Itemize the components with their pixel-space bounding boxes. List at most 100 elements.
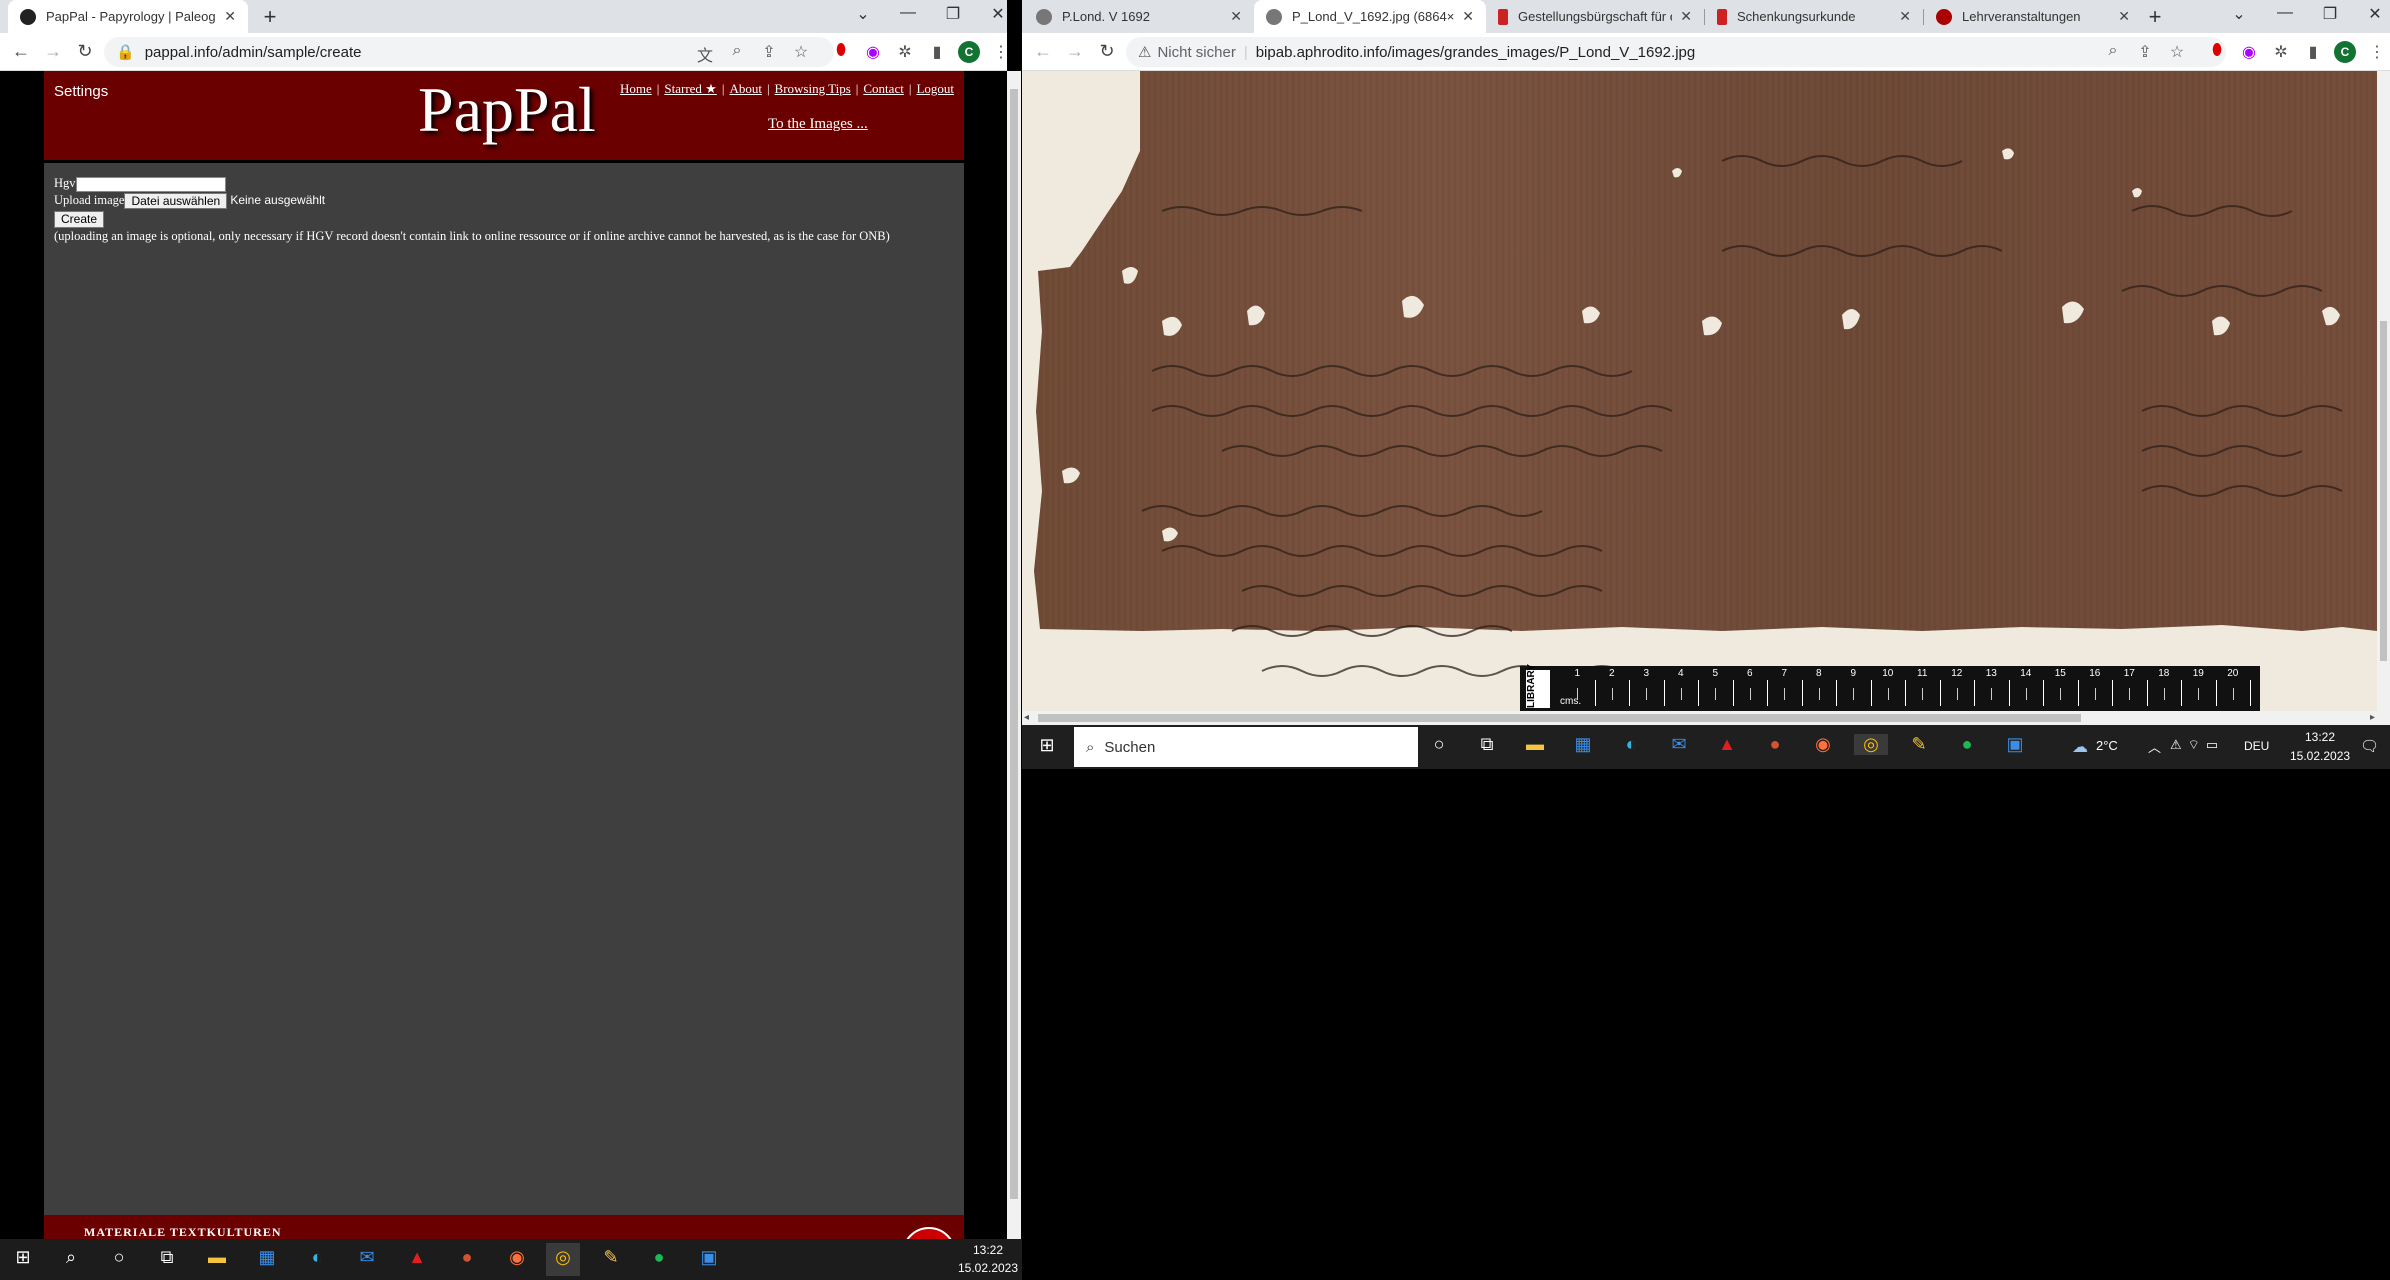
close-tab-icon[interactable]: ✕ [224, 8, 236, 25]
clock-time[interactable]: 13:22 [955, 1243, 1021, 1257]
file-explorer-icon[interactable]: ▬ [1518, 734, 1552, 755]
nav-home[interactable]: Home [620, 81, 652, 96]
right-scrollbar[interactable] [2377, 71, 2390, 725]
chrome-icon[interactable]: ◎ [546, 1243, 580, 1276]
zoom-icon[interactable]: ⌕ [2102, 42, 2124, 60]
tab-pappal[interactable]: PapPal - Papyrology | Paleography ✕ [8, 0, 248, 33]
close-tab-icon[interactable]: ✕ [2118, 8, 2130, 25]
left-scrollbar-thumb[interactable] [1010, 89, 1018, 1199]
notes-app-icon[interactable]: ✎ [1902, 734, 1936, 755]
tray-chevron-icon[interactable]: ︿ [2148, 737, 2161, 756]
zoom-icon[interactable]: ⌕ [726, 42, 748, 60]
tray-icons[interactable]: ⚠⌔▭ [2170, 737, 2224, 753]
to-images-link[interactable]: To the Images ... [768, 116, 868, 133]
image-hscroll[interactable]: ◂ ▸ [1022, 711, 2377, 725]
close-tab-icon[interactable]: ✕ [1899, 8, 1911, 25]
share-icon[interactable]: ⇪ [2134, 42, 2156, 62]
photos-icon[interactable]: ▣ [1998, 734, 2032, 755]
chrome-icon[interactable]: ◎ [1854, 734, 1888, 755]
language-indicator[interactable]: DEU [2244, 739, 2269, 753]
restore-button[interactable]: ❐ [2317, 4, 2343, 24]
nav-logout[interactable]: Logout [916, 81, 954, 96]
powerpoint-icon[interactable]: ● [450, 1247, 484, 1268]
extension-red-icon[interactable]: ⬮ [830, 42, 852, 60]
tab-plond[interactable]: P.Lond. V 1692 ✕ [1024, 0, 1254, 33]
papyrus-image[interactable]: LIBRARY cms. 1 2 3 4 5 6 7 8 9 10 11 12 13 14 15 16 17 18… [1022, 71, 2377, 711]
tab-image[interactable]: P_Lond_V_1692.jpg (6864×4 ✕ [1254, 0, 1486, 33]
start-windows-icon[interactable]: ⊞ [6, 1247, 40, 1268]
create-button[interactable]: Create [54, 211, 105, 229]
tab-lehrveranstaltungen[interactable]: Lehrveranstaltungen ✕ [1924, 0, 2142, 33]
extension-purple-icon[interactable]: ◉ [2238, 42, 2260, 62]
reload-button[interactable]: ↻ [74, 41, 96, 62]
acrobat-icon[interactable]: ▲ [1710, 734, 1744, 755]
store-icon[interactable]: ▦ [1566, 734, 1600, 755]
left-scrollbar-track[interactable] [1007, 71, 1021, 1239]
cortana-icon[interactable]: ○ [102, 1247, 136, 1268]
choose-file-button[interactable]: Datei auswählen [124, 193, 228, 210]
start-windows-icon[interactable]: ⊞ [1030, 735, 1064, 756]
nav-contact[interactable]: Contact [863, 81, 903, 96]
restore-button[interactable]: ❐ [940, 4, 966, 24]
security-label[interactable]: Nicht sicher [1157, 44, 1235, 61]
tab-search-icon[interactable]: ⌄ [2226, 4, 2252, 24]
new-tab-button[interactable]: + [2142, 4, 2168, 30]
translate-icon[interactable]: 文 [694, 42, 716, 66]
share-icon[interactable]: ⇪ [758, 42, 780, 62]
hscroll-left-arrow[interactable]: ◂ [1024, 712, 1029, 723]
extensions-puzzle-icon[interactable]: ✲ [2270, 42, 2292, 62]
pappal-logo[interactable]: PapPal [418, 73, 596, 147]
mail-icon[interactable]: ✉ [1662, 734, 1696, 755]
new-tab-button[interactable]: + [257, 4, 283, 30]
spotify-icon[interactable]: ● [1950, 734, 1984, 755]
task-view-icon[interactable]: ⧉ [150, 1247, 184, 1268]
spotify-icon[interactable]: ● [642, 1247, 676, 1268]
hscroll-thumb[interactable] [1038, 714, 2081, 722]
forward-button[interactable]: → [1064, 41, 1086, 62]
taskbar-search[interactable]: ⌕ Suchen [1074, 727, 1418, 767]
reload-button[interactable]: ↻ [1096, 41, 1118, 62]
back-button[interactable]: ← [1032, 41, 1054, 62]
extensions-puzzle-icon[interactable]: ✲ [894, 42, 916, 62]
edge-icon[interactable]: ◐ [1614, 734, 1648, 755]
tab-search-icon[interactable]: ⌄ [850, 4, 876, 24]
hscroll-right-arrow[interactable]: ▸ [2370, 712, 2375, 723]
task-view-icon[interactable]: ⧉ [1470, 734, 1504, 755]
close-tab-icon[interactable]: ✕ [1462, 8, 1474, 25]
profile-avatar[interactable]: C [958, 41, 980, 63]
minimize-button[interactable]: — [895, 4, 921, 22]
nav-about[interactable]: About [729, 81, 762, 96]
notifications-icon[interactable]: 🗨 [2360, 737, 2379, 755]
settings-link[interactable]: Settings [54, 83, 108, 100]
tab-schenkung[interactable]: Schenkungsurkunde ✕ [1705, 0, 1923, 33]
nav-starred[interactable]: Starred ★ [664, 81, 716, 96]
file-explorer-icon[interactable]: ▬ [200, 1247, 234, 1268]
address-bar[interactable]: 🔒 pappal.info/admin/sample/create [104, 37, 834, 67]
powerpoint-icon[interactable]: ● [1758, 734, 1792, 755]
mail-icon[interactable]: ✉ [350, 1247, 384, 1268]
edge-icon[interactable]: ◐ [300, 1247, 334, 1268]
nav-browsing-tips[interactable]: Browsing Tips [775, 81, 851, 96]
side-panel-icon[interactable]: ▮ [2302, 42, 2324, 62]
cortana-icon[interactable]: ○ [1422, 734, 1456, 755]
minimize-button[interactable]: — [2272, 4, 2298, 22]
bookmark-star-icon[interactable]: ☆ [790, 42, 812, 62]
weather-icon[interactable]: ☁ [2072, 737, 2088, 757]
menu-dots-icon[interactable]: ⋮ [2366, 42, 2388, 62]
close-window-button[interactable]: ✕ [985, 4, 1011, 24]
extension-red-icon[interactable]: ⬮ [2206, 42, 2228, 60]
notes-app-icon[interactable]: ✎ [594, 1247, 628, 1268]
close-window-button[interactable]: ✕ [2362, 4, 2388, 24]
weather-temp[interactable]: 2°C [2096, 738, 2118, 753]
photos-icon[interactable]: ▣ [692, 1247, 726, 1268]
back-button[interactable]: ← [10, 41, 32, 62]
hgv-input[interactable] [75, 176, 226, 192]
store-icon[interactable]: ▦ [250, 1247, 284, 1268]
acrobat-icon[interactable]: ▲ [400, 1247, 434, 1268]
clock-date[interactable]: 15.02.2023 [2290, 749, 2350, 763]
menu-dots-icon[interactable]: ⋮ [990, 42, 1012, 62]
firefox-icon[interactable]: ◉ [1806, 734, 1840, 755]
clock-date[interactable]: 15.02.2023 [955, 1261, 1021, 1275]
side-panel-icon[interactable]: ▮ [926, 42, 948, 62]
close-tab-icon[interactable]: ✕ [1680, 8, 1692, 25]
